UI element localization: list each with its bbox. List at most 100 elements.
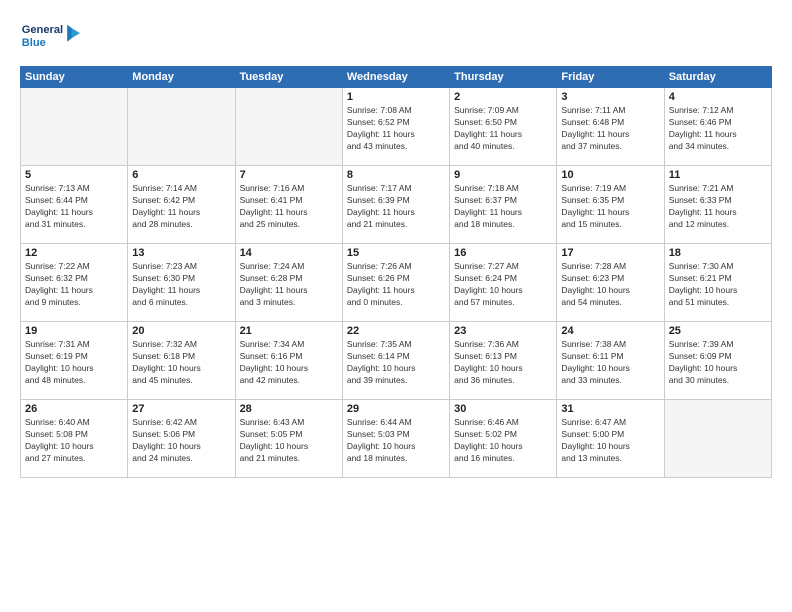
day-info: Sunrise: 7:08 AM Sunset: 6:52 PM Dayligh…	[347, 105, 445, 153]
day-number: 31	[561, 403, 659, 415]
calendar-cell: 3 Sunrise: 7:11 AM Sunset: 6:48 PM Daylig…	[557, 88, 664, 166]
day-number: 6	[132, 169, 230, 181]
week-row-4: 26 Sunrise: 6:40 AM Sunset: 5:08 PM Dayli…	[21, 400, 772, 478]
day-info: Sunrise: 7:14 AM Sunset: 6:42 PM Dayligh…	[132, 183, 230, 231]
week-row-0: 1 Sunrise: 7:08 AM Sunset: 6:52 PM Daylig…	[21, 88, 772, 166]
calendar-cell: 20 Sunrise: 7:32 AM Sunset: 6:18 PM Dayli…	[128, 322, 235, 400]
day-info: Sunrise: 7:26 AM Sunset: 6:26 PM Dayligh…	[347, 261, 445, 309]
day-info: Sunrise: 7:39 AM Sunset: 6:09 PM Dayligh…	[669, 339, 767, 387]
day-number: 25	[669, 325, 767, 337]
weekday-header-sunday: Sunday	[21, 67, 128, 88]
day-number: 30	[454, 403, 552, 415]
calendar-cell: 10Sunrise: 7:19 AM Sunset: 6:35 PM Dayli…	[557, 166, 664, 244]
day-number: 21	[240, 325, 338, 337]
day-number: 5	[25, 169, 123, 181]
week-row-3: 19Sunrise: 7:31 AM Sunset: 6:19 PM Dayli…	[21, 322, 772, 400]
calendar-cell: 8Sunrise: 7:17 AM Sunset: 6:39 PM Daylig…	[342, 166, 449, 244]
day-number: 7	[240, 169, 338, 181]
day-number: 24	[561, 325, 659, 337]
calendar-cell: 29 Sunrise: 6:44 AM Sunset: 5:03 PM Dayli…	[342, 400, 449, 478]
calendar-cell	[235, 88, 342, 166]
weekday-header-tuesday: Tuesday	[235, 67, 342, 88]
day-info: Sunrise: 7:11 AM Sunset: 6:48 PM Dayligh…	[561, 105, 659, 153]
day-number: 26	[25, 403, 123, 415]
calendar-cell: 4 Sunrise: 7:12 AM Sunset: 6:46 PM Daylig…	[664, 88, 771, 166]
day-number: 16	[454, 247, 552, 259]
calendar-cell: 5 Sunrise: 7:13 AM Sunset: 6:44 PM Daylig…	[21, 166, 128, 244]
day-info: Sunrise: 6:46 AM Sunset: 5:02 PM Dayligh…	[454, 417, 552, 465]
logo-icon: General Blue	[20, 16, 80, 58]
day-number: 17	[561, 247, 659, 259]
calendar-cell: 26 Sunrise: 6:40 AM Sunset: 5:08 PM Dayli…	[21, 400, 128, 478]
day-info: Sunrise: 7:32 AM Sunset: 6:18 PM Dayligh…	[132, 339, 230, 387]
svg-text:Blue: Blue	[22, 37, 46, 49]
day-number: 19	[25, 325, 123, 337]
day-info: Sunrise: 7:22 AM Sunset: 6:32 PM Dayligh…	[25, 261, 123, 309]
calendar-cell: 6 Sunrise: 7:14 AM Sunset: 6:42 PM Daylig…	[128, 166, 235, 244]
calendar-cell: 9 Sunrise: 7:18 AM Sunset: 6:37 PM Daylig…	[450, 166, 557, 244]
day-number: 29	[347, 403, 445, 415]
day-number: 13	[132, 247, 230, 259]
day-number: 23	[454, 325, 552, 337]
calendar-cell: 28Sunrise: 6:43 AM Sunset: 5:05 PM Dayli…	[235, 400, 342, 478]
calendar-cell: 31 Sunrise: 6:47 AM Sunset: 5:00 PM Dayli…	[557, 400, 664, 478]
weekday-header-row: SundayMondayTuesdayWednesdayThursdayFrid…	[21, 67, 772, 88]
day-info: Sunrise: 7:30 AM Sunset: 6:21 PM Dayligh…	[669, 261, 767, 309]
day-info: Sunrise: 7:09 AM Sunset: 6:50 PM Dayligh…	[454, 105, 552, 153]
day-info: Sunrise: 6:44 AM Sunset: 5:03 PM Dayligh…	[347, 417, 445, 465]
calendar-cell: 24 Sunrise: 7:38 AM Sunset: 6:11 PM Dayli…	[557, 322, 664, 400]
calendar-table: SundayMondayTuesdayWednesdayThursdayFrid…	[20, 66, 772, 478]
calendar-cell: 16 Sunrise: 7:27 AM Sunset: 6:24 PM Dayli…	[450, 244, 557, 322]
calendar-cell: 22Sunrise: 7:35 AM Sunset: 6:14 PM Dayli…	[342, 322, 449, 400]
svg-text:General: General	[22, 24, 63, 36]
calendar-cell: 19Sunrise: 7:31 AM Sunset: 6:19 PM Dayli…	[21, 322, 128, 400]
day-number: 27	[132, 403, 230, 415]
day-info: Sunrise: 7:34 AM Sunset: 6:16 PM Dayligh…	[240, 339, 338, 387]
calendar-cell: 11 Sunrise: 7:21 AM Sunset: 6:33 PM Dayli…	[664, 166, 771, 244]
calendar-cell: 7 Sunrise: 7:16 AM Sunset: 6:41 PM Daylig…	[235, 166, 342, 244]
day-info: Sunrise: 7:27 AM Sunset: 6:24 PM Dayligh…	[454, 261, 552, 309]
day-info: Sunrise: 7:21 AM Sunset: 6:33 PM Dayligh…	[669, 183, 767, 231]
day-number: 9	[454, 169, 552, 181]
calendar-cell: 1 Sunrise: 7:08 AM Sunset: 6:52 PM Daylig…	[342, 88, 449, 166]
day-info: Sunrise: 6:47 AM Sunset: 5:00 PM Dayligh…	[561, 417, 659, 465]
day-number: 4	[669, 91, 767, 103]
week-row-2: 12 Sunrise: 7:22 AM Sunset: 6:32 PM Dayli…	[21, 244, 772, 322]
calendar-cell: 30 Sunrise: 6:46 AM Sunset: 5:02 PM Dayli…	[450, 400, 557, 478]
calendar-cell: 15Sunrise: 7:26 AM Sunset: 6:26 PM Dayli…	[342, 244, 449, 322]
calendar-cell: 21 Sunrise: 7:34 AM Sunset: 6:16 PM Dayli…	[235, 322, 342, 400]
day-info: Sunrise: 7:13 AM Sunset: 6:44 PM Dayligh…	[25, 183, 123, 231]
calendar-page: General Blue SundayMondayTuesdayWednesda…	[0, 0, 792, 612]
day-number: 12	[25, 247, 123, 259]
day-info: Sunrise: 6:42 AM Sunset: 5:06 PM Dayligh…	[132, 417, 230, 465]
day-number: 3	[561, 91, 659, 103]
calendar-cell: 17Sunrise: 7:28 AM Sunset: 6:23 PM Dayli…	[557, 244, 664, 322]
day-info: Sunrise: 7:24 AM Sunset: 6:28 PM Dayligh…	[240, 261, 338, 309]
day-info: Sunrise: 7:16 AM Sunset: 6:41 PM Dayligh…	[240, 183, 338, 231]
day-number: 1	[347, 91, 445, 103]
day-number: 22	[347, 325, 445, 337]
day-info: Sunrise: 7:18 AM Sunset: 6:37 PM Dayligh…	[454, 183, 552, 231]
weekday-header-monday: Monday	[128, 67, 235, 88]
day-info: Sunrise: 6:43 AM Sunset: 5:05 PM Dayligh…	[240, 417, 338, 465]
day-info: Sunrise: 7:17 AM Sunset: 6:39 PM Dayligh…	[347, 183, 445, 231]
day-number: 20	[132, 325, 230, 337]
day-info: Sunrise: 7:12 AM Sunset: 6:46 PM Dayligh…	[669, 105, 767, 153]
day-info: Sunrise: 7:38 AM Sunset: 6:11 PM Dayligh…	[561, 339, 659, 387]
calendar-cell	[21, 88, 128, 166]
logo: General Blue	[20, 16, 80, 58]
day-number: 2	[454, 91, 552, 103]
calendar-cell: 12 Sunrise: 7:22 AM Sunset: 6:32 PM Dayli…	[21, 244, 128, 322]
page-header: General Blue	[20, 16, 772, 58]
calendar-cell: 2 Sunrise: 7:09 AM Sunset: 6:50 PM Daylig…	[450, 88, 557, 166]
day-info: Sunrise: 6:40 AM Sunset: 5:08 PM Dayligh…	[25, 417, 123, 465]
calendar-cell	[128, 88, 235, 166]
calendar-cell: 27 Sunrise: 6:42 AM Sunset: 5:06 PM Dayli…	[128, 400, 235, 478]
week-row-1: 5 Sunrise: 7:13 AM Sunset: 6:44 PM Daylig…	[21, 166, 772, 244]
day-number: 14	[240, 247, 338, 259]
calendar-cell: 14 Sunrise: 7:24 AM Sunset: 6:28 PM Dayli…	[235, 244, 342, 322]
day-info: Sunrise: 7:36 AM Sunset: 6:13 PM Dayligh…	[454, 339, 552, 387]
day-number: 11	[669, 169, 767, 181]
weekday-header-saturday: Saturday	[664, 67, 771, 88]
day-info: Sunrise: 7:19 AM Sunset: 6:35 PM Dayligh…	[561, 183, 659, 231]
